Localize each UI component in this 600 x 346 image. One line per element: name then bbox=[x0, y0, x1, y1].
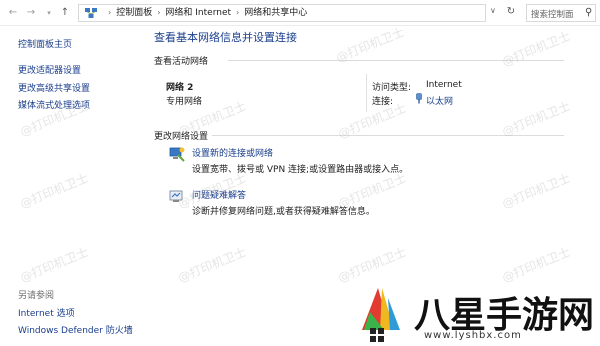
access-type-value: Internet bbox=[426, 80, 462, 90]
page-title: 查看基本网络信息并设置连接 bbox=[154, 31, 297, 44]
sidebar-item-adapter-settings[interactable]: 更改适配器设置 bbox=[18, 63, 81, 76]
access-type-label: 访问类型: bbox=[372, 83, 412, 93]
search-input[interactable]: 搜索控制面 ⚲ bbox=[526, 4, 596, 22]
up-arrow-icon[interactable]: ↑ bbox=[58, 6, 72, 20]
site-logo: 八星手游网 www.lyshbx.com bbox=[360, 284, 596, 344]
breadcrumb-trail: › 控制面板 › 网络和 Internet › 网络和共享中心 bbox=[103, 5, 307, 21]
ethernet-icon bbox=[416, 93, 422, 104]
sidebar-home-link[interactable]: 控制面板主页 bbox=[18, 37, 72, 50]
see-also-internet-options[interactable]: Internet 选项 bbox=[18, 306, 75, 319]
logo-domain: www.lyshbx.com bbox=[424, 330, 522, 341]
troubleshoot-icon bbox=[169, 190, 183, 202]
troubleshoot-desc: 诊断并修复网络问题,或者获得疑难解答信息。 bbox=[192, 207, 375, 217]
section-divider bbox=[212, 135, 564, 136]
search-icon[interactable]: ⚲ bbox=[585, 7, 592, 18]
breadcrumb-control-panel[interactable]: 控制面板 bbox=[116, 8, 152, 18]
network-name: 网络 2 bbox=[166, 83, 194, 93]
setup-new-connection-link[interactable]: 设置新的连接或网络 bbox=[192, 146, 273, 159]
refresh-icon[interactable]: ↻ bbox=[504, 5, 518, 19]
change-settings-label: 更改网络设置 bbox=[154, 132, 209, 142]
see-also-label: 另请参阅 bbox=[18, 291, 55, 301]
address-dropdown-icon[interactable]: ∨ bbox=[490, 6, 496, 15]
breadcrumb-network-sharing-center[interactable]: 网络和共享中心 bbox=[244, 8, 307, 18]
setup-new-connection-desc: 设置宽带、拨号或 VPN 连接;或设置路由器或接入点。 bbox=[192, 165, 409, 175]
new-connection-icon bbox=[169, 147, 185, 162]
ethernet-connection-link[interactable]: 以太网 bbox=[426, 94, 453, 107]
sidebar-item-advanced-sharing[interactable]: 更改高级共享设置 bbox=[18, 81, 90, 94]
connections-label: 连接: bbox=[372, 97, 394, 107]
section-divider bbox=[228, 60, 564, 61]
forward-arrow-icon[interactable]: → bbox=[24, 6, 38, 20]
chevron-right-icon: › bbox=[157, 8, 161, 17]
back-arrow-icon[interactable]: ← bbox=[6, 6, 20, 20]
see-also-windows-firewall[interactable]: Windows Defender 防火墙 bbox=[18, 323, 133, 336]
search-placeholder: 搜索控制面 bbox=[531, 10, 574, 20]
network-profile: 专用网络 bbox=[166, 97, 203, 107]
recent-locations-icon[interactable]: ▾ bbox=[42, 6, 56, 20]
breadcrumb-network-internet[interactable]: 网络和 Internet bbox=[165, 8, 231, 18]
breadcrumb[interactable]: › 控制面板 › 网络和 Internet › 网络和共享中心 bbox=[78, 4, 486, 22]
troubleshoot-link[interactable]: 问题疑难解答 bbox=[192, 188, 246, 201]
active-networks-label: 查看活动网络 bbox=[154, 57, 209, 67]
sidebar: 控制面板主页 更改适配器设置 更改高级共享设置 媒体流式处理选项 另请参阅 In… bbox=[0, 26, 150, 346]
vertical-divider bbox=[366, 74, 367, 112]
network-center-icon bbox=[85, 8, 97, 18]
chevron-right-icon: › bbox=[108, 8, 112, 17]
address-bar: ← → ▾ ↑ › 控制面板 › 网络和 Internet › 网络和共享中心 ∨ ↻ 搜… bbox=[0, 0, 600, 26]
sidebar-item-media-streaming[interactable]: 媒体流式处理选项 bbox=[18, 98, 90, 111]
chevron-right-icon: › bbox=[236, 8, 240, 17]
